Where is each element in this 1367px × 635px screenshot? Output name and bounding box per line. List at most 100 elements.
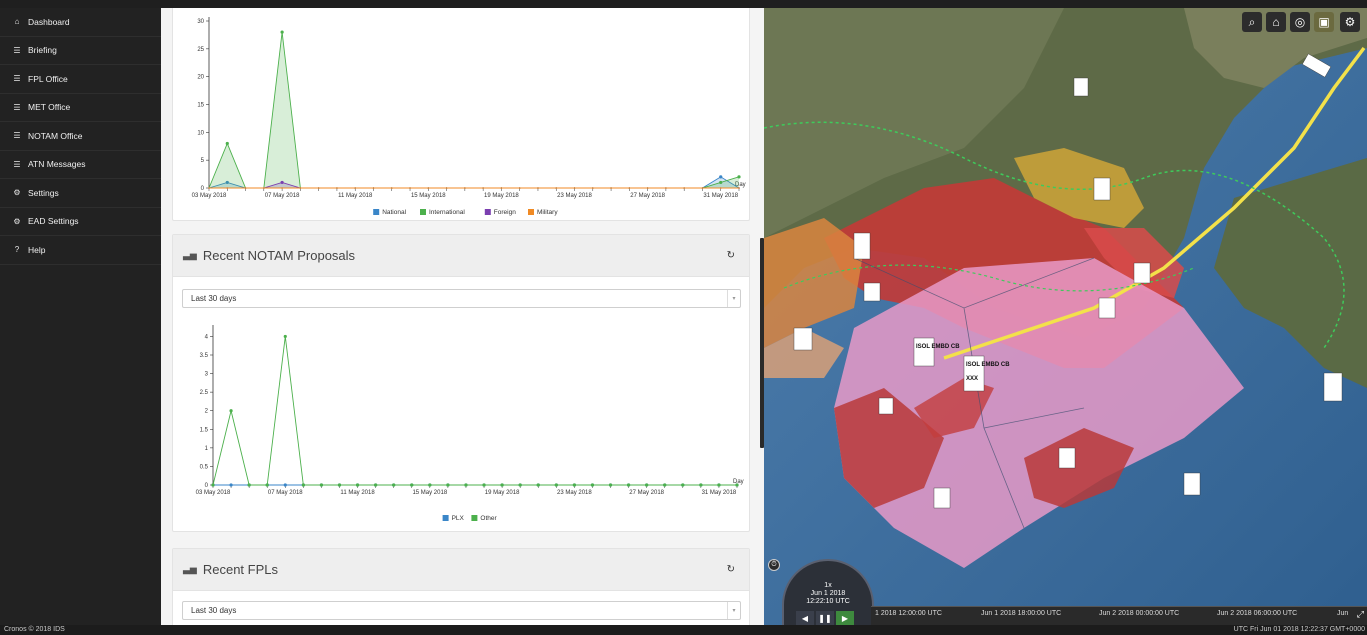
legend-swatch <box>420 209 426 215</box>
y-tick-label: 1.5 <box>200 427 209 433</box>
clock-date: Jun 1 2018 <box>810 590 846 597</box>
x-tick-label: 31 May 2018 <box>703 193 738 199</box>
data-point-other <box>283 334 287 339</box>
sidebar-item-label: Briefing <box>28 45 57 56</box>
data-point-military <box>299 187 302 189</box>
sidebar-item-fpl-office[interactable]: ☰ FPL Office <box>0 65 161 94</box>
question-icon: ? <box>14 245 20 255</box>
legend-swatch <box>373 209 380 215</box>
bar-chart-icon: ▃▅ <box>183 250 197 260</box>
svg-text:ISOL EMBD CB: ISOL EMBD CB <box>916 344 960 350</box>
data-point-other <box>374 483 378 487</box>
data-point-military <box>281 187 283 189</box>
legend-label: Foreign <box>494 209 516 216</box>
data-point-other <box>554 483 558 487</box>
data-point-national <box>719 175 723 179</box>
data-point-plx <box>229 483 233 487</box>
data-point-military <box>263 187 265 189</box>
sidebar-item-label: Help <box>28 244 46 255</box>
period-select-value: Last 30 days <box>191 606 237 615</box>
refresh-icon[interactable]: ↻ <box>727 250 735 261</box>
y-tick-label: 30 <box>197 19 204 25</box>
y-tick-label: 1 <box>205 446 209 452</box>
data-point-military <box>665 187 667 189</box>
timeline-bar[interactable]: 1 2018 12:00:00 UTC Jun 1 2018 18:00:00 … <box>871 606 1367 625</box>
sidebar-item-label: MET Office <box>28 102 71 113</box>
data-point-military <box>427 187 430 189</box>
data-point-other <box>735 483 739 487</box>
y-tick-label: 25 <box>197 47 204 53</box>
svg-text:XXX: XXX <box>966 376 978 382</box>
sidebar-item-atn-messages[interactable]: ☰ ATN Messages <box>0 151 161 179</box>
fullscreen-icon[interactable]: ⤢ <box>1357 609 1364 620</box>
gear-icon[interactable]: ⚙ <box>1340 12 1360 32</box>
y-tick-label: 3 <box>205 372 209 378</box>
clock-toggle-icon[interactable]: ⏱ <box>768 559 780 571</box>
data-point-other <box>265 483 269 487</box>
x-tick-label: 07 May 2018 <box>268 490 303 496</box>
rewind-button[interactable]: ◀ <box>796 611 814 625</box>
data-point-other <box>482 483 486 487</box>
sidebar-item-help[interactable]: ? Help <box>0 236 161 265</box>
map-canvas[interactable]: ISOL EMBD CB ISOL EMBD CB XXX <box>764 8 1367 625</box>
home-icon[interactable]: ⌂ <box>1266 12 1286 32</box>
data-point-other <box>626 483 631 487</box>
layers-icon[interactable]: ▣ <box>1314 12 1334 32</box>
list-icon: ☰ <box>13 102 21 112</box>
x-tick-label: 27 May 2018 <box>629 490 664 496</box>
footer: Cronos © 2018 IDS UTC Fri Jun 01 2018 12… <box>0 625 1367 635</box>
data-point-other <box>211 483 215 487</box>
timeline-label: Jun 1 2018 18:00:00 UTC <box>981 610 1062 617</box>
legend-swatch <box>442 515 449 521</box>
data-point-other <box>301 483 305 487</box>
data-point-military <box>208 187 210 189</box>
clock-time: 12:22:10 UTC <box>806 598 850 605</box>
notam-area-chart: 0 5 10 15 20 25 30 03 May 2018 07 May 2018 11 May… <box>192 17 746 216</box>
data-point-military <box>573 187 576 189</box>
sidebar-item-label: Settings <box>28 187 59 198</box>
svg-text:ISOL EMBD CB: ISOL EMBD CB <box>966 362 1010 368</box>
globe-map-view[interactable]: ISOL EMBD CB ISOL EMBD CB XXX ⌕ ⌂ ◎ ▣ ⚙ … <box>764 8 1367 625</box>
sidebar-item-briefing[interactable]: ☰ Briefing <box>0 37 161 65</box>
play-button[interactable]: ▶ <box>836 611 854 625</box>
sidebar-item-notam-office[interactable]: ☰ NOTAM Office <box>0 122 161 151</box>
x-tick-label: 31 May 2018 <box>702 490 737 496</box>
search-icon[interactable]: ⌕ <box>1242 12 1262 32</box>
x-tick-label: 03 May 2018 <box>196 490 231 496</box>
legend-label: National <box>382 209 406 216</box>
x-tick-label: 15 May 2018 <box>412 490 447 496</box>
pause-button[interactable]: ❚❚ <box>816 611 834 625</box>
data-point-military <box>701 187 704 189</box>
data-point-military <box>372 187 375 189</box>
data-point-military <box>445 187 448 189</box>
sidebar-item-settings[interactable]: ⚙ Settings <box>0 179 161 208</box>
data-point-military <box>683 187 685 189</box>
legend-label: Military <box>537 209 558 216</box>
x-tick-label: 23 May 2018 <box>557 490 592 496</box>
data-point-other <box>590 483 595 487</box>
sidebar-item-dashboard[interactable]: ⌂ Dashboard <box>0 8 161 37</box>
refresh-icon[interactable]: ↻ <box>727 564 735 575</box>
data-point-military <box>354 187 357 189</box>
x-tick-label: 07 May 2018 <box>265 193 300 199</box>
data-point-other <box>608 483 613 487</box>
globe-icon[interactable]: ◎ <box>1290 12 1310 32</box>
sidebar-item-ead-settings[interactable]: ⚙ EAD Settings <box>0 208 161 236</box>
data-point-other <box>337 483 342 487</box>
gear-icon: ⚙ <box>13 216 21 226</box>
y-tick-label: 15 <box>197 103 204 109</box>
gear-icon: ⚙ <box>13 188 21 198</box>
y-tick-label: 3.5 <box>200 353 209 359</box>
period-select[interactable]: Last 30 days ▾ <box>182 289 741 308</box>
data-point-other <box>446 483 450 487</box>
sidebar: ⌂ Dashboard ☰ Briefing ☰ FPL Office ☰ MET Offic… <box>0 8 161 625</box>
sidebar-item-met-office[interactable]: ☰ MET Office <box>0 94 161 122</box>
x-tick-label: 15 May 2018 <box>411 193 446 199</box>
x-tick-label: 03 May 2018 <box>192 193 227 199</box>
data-point-other <box>392 483 396 487</box>
data-point-military <box>464 187 466 189</box>
timeline-label: Jun 2 2018 06:00:00 UTC <box>1217 610 1298 617</box>
period-select[interactable]: Last 30 days ▾ <box>182 601 741 620</box>
y-tick-label: 2.5 <box>200 390 209 396</box>
legend-label: PLX <box>452 515 465 522</box>
